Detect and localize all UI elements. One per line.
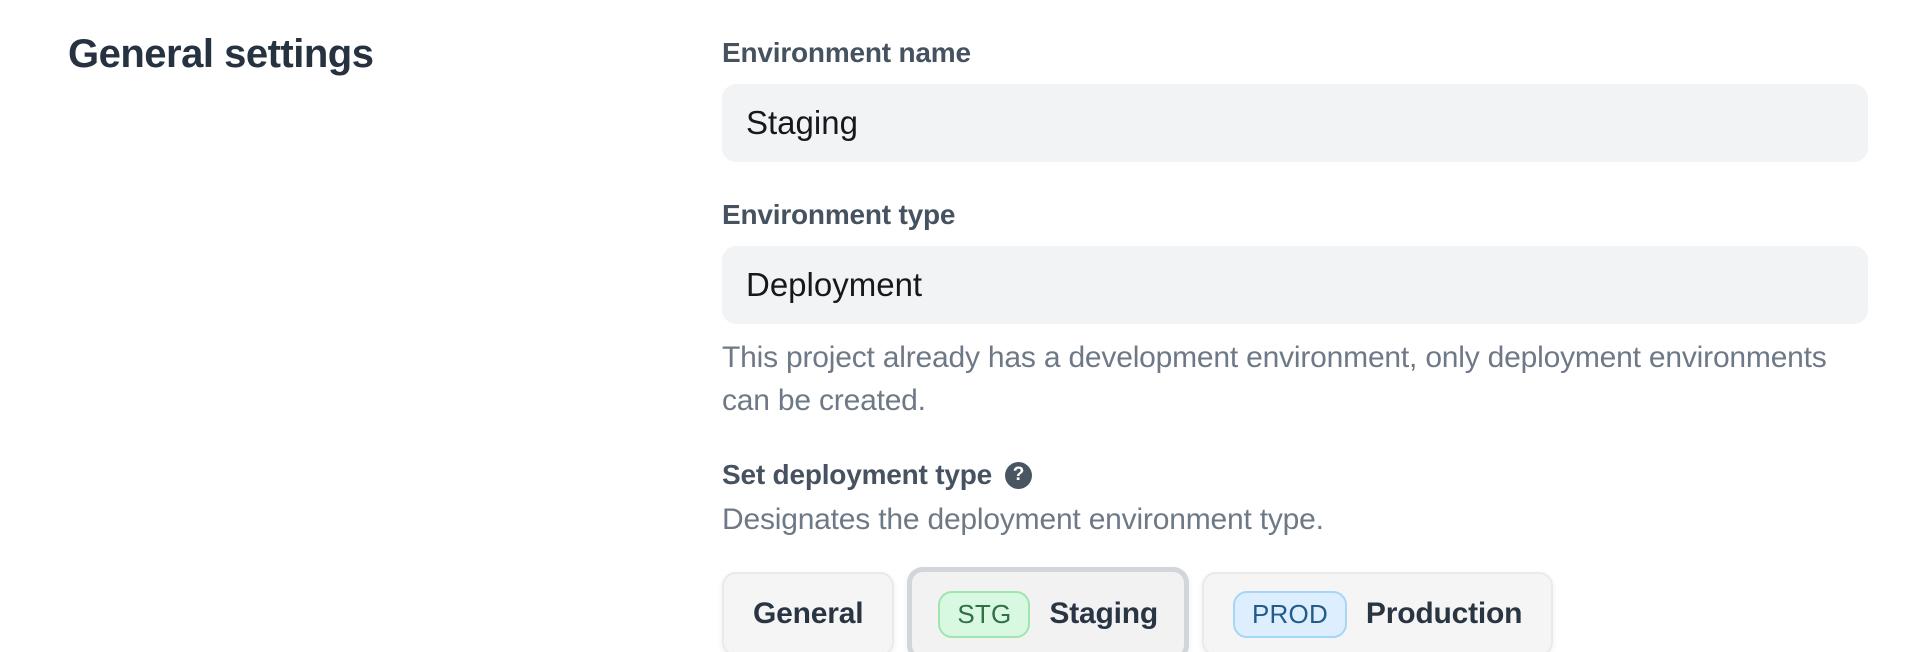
option-label-staging: Staging — [1049, 597, 1158, 631]
settings-page: General settings Environment name Enviro… — [0, 0, 1916, 652]
environment-type-label: Environment type — [722, 200, 1868, 230]
environment-name-field: Environment name — [722, 38, 1868, 162]
option-button-production[interactable]: PROD Production — [1202, 572, 1553, 652]
environment-name-input[interactable] — [722, 84, 1868, 162]
settings-form: Environment name Environment type This p… — [722, 30, 1868, 652]
page-title: General settings — [68, 30, 722, 78]
environment-type-field: Environment type This project already ha… — [722, 200, 1868, 422]
deployment-type-description: Designates the deployment environment ty… — [722, 499, 1868, 541]
section-header-column: General settings — [68, 30, 722, 652]
stg-badge: STG — [938, 591, 1030, 638]
question-mark-help-icon[interactable]: ? — [1005, 462, 1032, 489]
environment-type-input[interactable] — [722, 246, 1868, 324]
deployment-type-field: Set deployment type ? Designates the dep… — [722, 460, 1868, 652]
option-button-staging[interactable]: STG Staging — [907, 567, 1189, 652]
option-label-production: Production — [1366, 597, 1522, 631]
environment-type-help-text: This project already has a development e… — [722, 336, 1868, 422]
option-button-general[interactable]: General — [722, 572, 894, 652]
deployment-type-options: General STG Staging PROD Production — [722, 567, 1868, 652]
prod-badge: PROD — [1233, 591, 1347, 638]
deployment-type-label-row: Set deployment type ? — [722, 460, 1868, 490]
environment-name-label: Environment name — [722, 38, 1868, 68]
option-label-general: General — [753, 597, 863, 631]
deployment-type-label: Set deployment type — [722, 460, 992, 490]
